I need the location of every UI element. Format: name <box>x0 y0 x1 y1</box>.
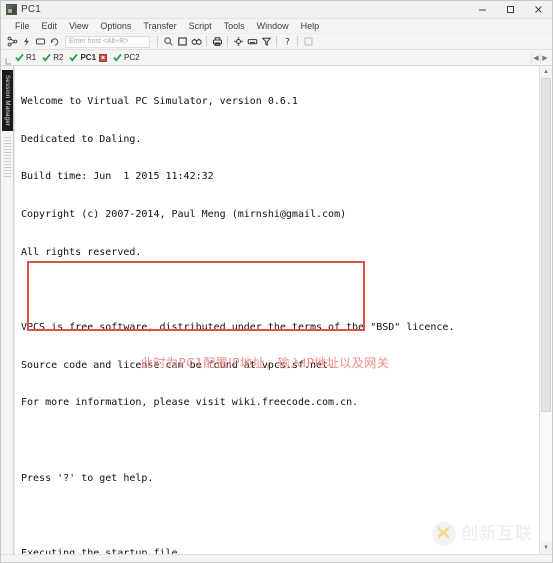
scrollbar-track[interactable] <box>540 78 552 542</box>
terminal-line: Press '?' to get help. <box>21 472 154 484</box>
keymap-editor-icon[interactable] <box>245 35 259 49</box>
about-icon[interactable] <box>301 35 315 49</box>
terminal-line: Copyright (c) 2007-2014, Paul Meng (mirn… <box>21 209 347 221</box>
terminal-area: Welcome to Virtual PC Simulator, version… <box>14 66 552 554</box>
session-tab-pc1[interactable]: PC1 <box>67 51 111 65</box>
window-title: PC1 <box>21 4 42 15</box>
session-tab-label: R1 <box>26 53 37 62</box>
tab-bar-scroll-controls: ◀ ▶ <box>531 51 552 64</box>
close-icon[interactable] <box>524 1 552 19</box>
menu-bar: File Edit View Options Transfer Script T… <box>1 19 552 34</box>
connected-check-icon <box>69 53 79 62</box>
terminal-line: Executing the startup file <box>21 547 178 554</box>
annotation-note: 此时为PC1配置IP地址，输入IP地址以及网关 <box>141 356 390 370</box>
svg-text:?: ? <box>285 37 290 47</box>
toolbar-separator-3 <box>227 36 228 47</box>
toolbar-separator-2 <box>206 36 207 47</box>
connected-check-icon <box>113 53 122 62</box>
tab-close-icon[interactable] <box>99 53 108 62</box>
terminal-line: Dedicated to Daling. <box>21 133 142 145</box>
minimize-icon[interactable] <box>468 1 496 19</box>
menu-help[interactable]: Help <box>295 19 326 34</box>
session-tab-label: R2 <box>53 53 64 62</box>
session-tab-r2[interactable]: R2 <box>40 51 67 65</box>
watermark: 创新互联 <box>432 522 533 546</box>
menu-transfer[interactable]: Transfer <box>137 19 182 34</box>
sidebar-resize-grip[interactable] <box>3 137 11 178</box>
title-bar: PC1 <box>1 1 552 19</box>
session-manager-tab-label: Session Manager <box>4 75 10 127</box>
session-manager-tab[interactable]: Session Manager <box>1 70 13 132</box>
terminal-line: For more information, please visit wiki.… <box>21 397 359 409</box>
scroll-up-button[interactable]: ▲ <box>540 66 552 78</box>
toolbar: Enter host <Alt+R> ? <box>1 34 552 50</box>
status-bar <box>1 554 552 562</box>
tab-bar-drag-handle[interactable] <box>3 51 13 65</box>
find-next-icon[interactable] <box>189 35 203 49</box>
find-icon[interactable] <box>161 35 175 49</box>
reconnect-icon[interactable] <box>47 35 61 49</box>
host-input[interactable]: Enter host <Alt+R> <box>65 35 150 48</box>
session-tab-r1[interactable]: R1 <box>13 51 40 65</box>
menu-view[interactable]: View <box>63 19 94 34</box>
quick-connect-icon[interactable] <box>19 35 33 49</box>
connected-check-icon <box>42 53 51 62</box>
main-body: Session Manager Welcome to Virtual PC Si… <box>1 66 552 554</box>
toolbar-separator-4 <box>276 36 277 47</box>
watermark-text: 创新互联 <box>461 523 533 544</box>
filter-icon[interactable] <box>259 35 273 49</box>
menu-tools[interactable]: Tools <box>218 19 251 34</box>
terminal-line: VPCS is free software, distributed under… <box>21 321 455 333</box>
session-tab-label: PC1 <box>80 53 97 62</box>
tab-scroll-left-button[interactable]: ◀ <box>531 51 540 64</box>
session-options-icon[interactable] <box>231 35 245 49</box>
new-session-icon[interactable] <box>5 35 19 49</box>
menu-edit[interactable]: Edit <box>36 19 64 34</box>
help-icon[interactable]: ? <box>280 35 294 49</box>
tab-scroll-right-button[interactable]: ▶ <box>540 51 549 64</box>
session-manager-sidebar: Session Manager <box>1 66 14 554</box>
print-icon[interactable] <box>210 35 224 49</box>
menu-file[interactable]: File <box>9 19 36 34</box>
watermark-logo-icon <box>432 522 456 546</box>
menu-window[interactable]: Window <box>251 19 295 34</box>
session-tab-pc2[interactable]: PC2 <box>111 51 144 65</box>
toolbar-separator-1 <box>157 36 158 47</box>
terminal-icon <box>6 4 17 15</box>
maximize-icon[interactable] <box>496 1 524 19</box>
session-tab-bar: R1 R2 PC1 PC2 ◀ ▶ <box>1 50 552 66</box>
highlight-box <box>27 261 365 331</box>
new-tab-icon[interactable] <box>33 35 47 49</box>
terminal-line: Build time: Jun 1 2015 11:42:32 <box>21 171 214 183</box>
terminal-line: All rights reserved. <box>21 246 142 258</box>
terminal-line: Welcome to Virtual PC Simulator, version… <box>21 96 298 108</box>
terminal-output[interactable]: Welcome to Virtual PC Simulator, version… <box>15 66 539 554</box>
session-tab-label: PC2 <box>124 53 140 62</box>
terminal-scrollbar[interactable]: ▲ ▼ <box>539 66 552 554</box>
window-controls <box>468 1 552 18</box>
log-session-icon[interactable] <box>175 35 189 49</box>
scroll-down-button[interactable]: ▼ <box>540 542 552 554</box>
connected-check-icon <box>15 53 24 62</box>
scrollbar-thumb[interactable] <box>541 78 551 413</box>
toolbar-separator-5 <box>297 36 298 47</box>
securecrt-window: PC1 File Edit View Options Transfer Scri… <box>0 0 553 563</box>
menu-script[interactable]: Script <box>183 19 218 34</box>
menu-options[interactable]: Options <box>94 19 137 34</box>
